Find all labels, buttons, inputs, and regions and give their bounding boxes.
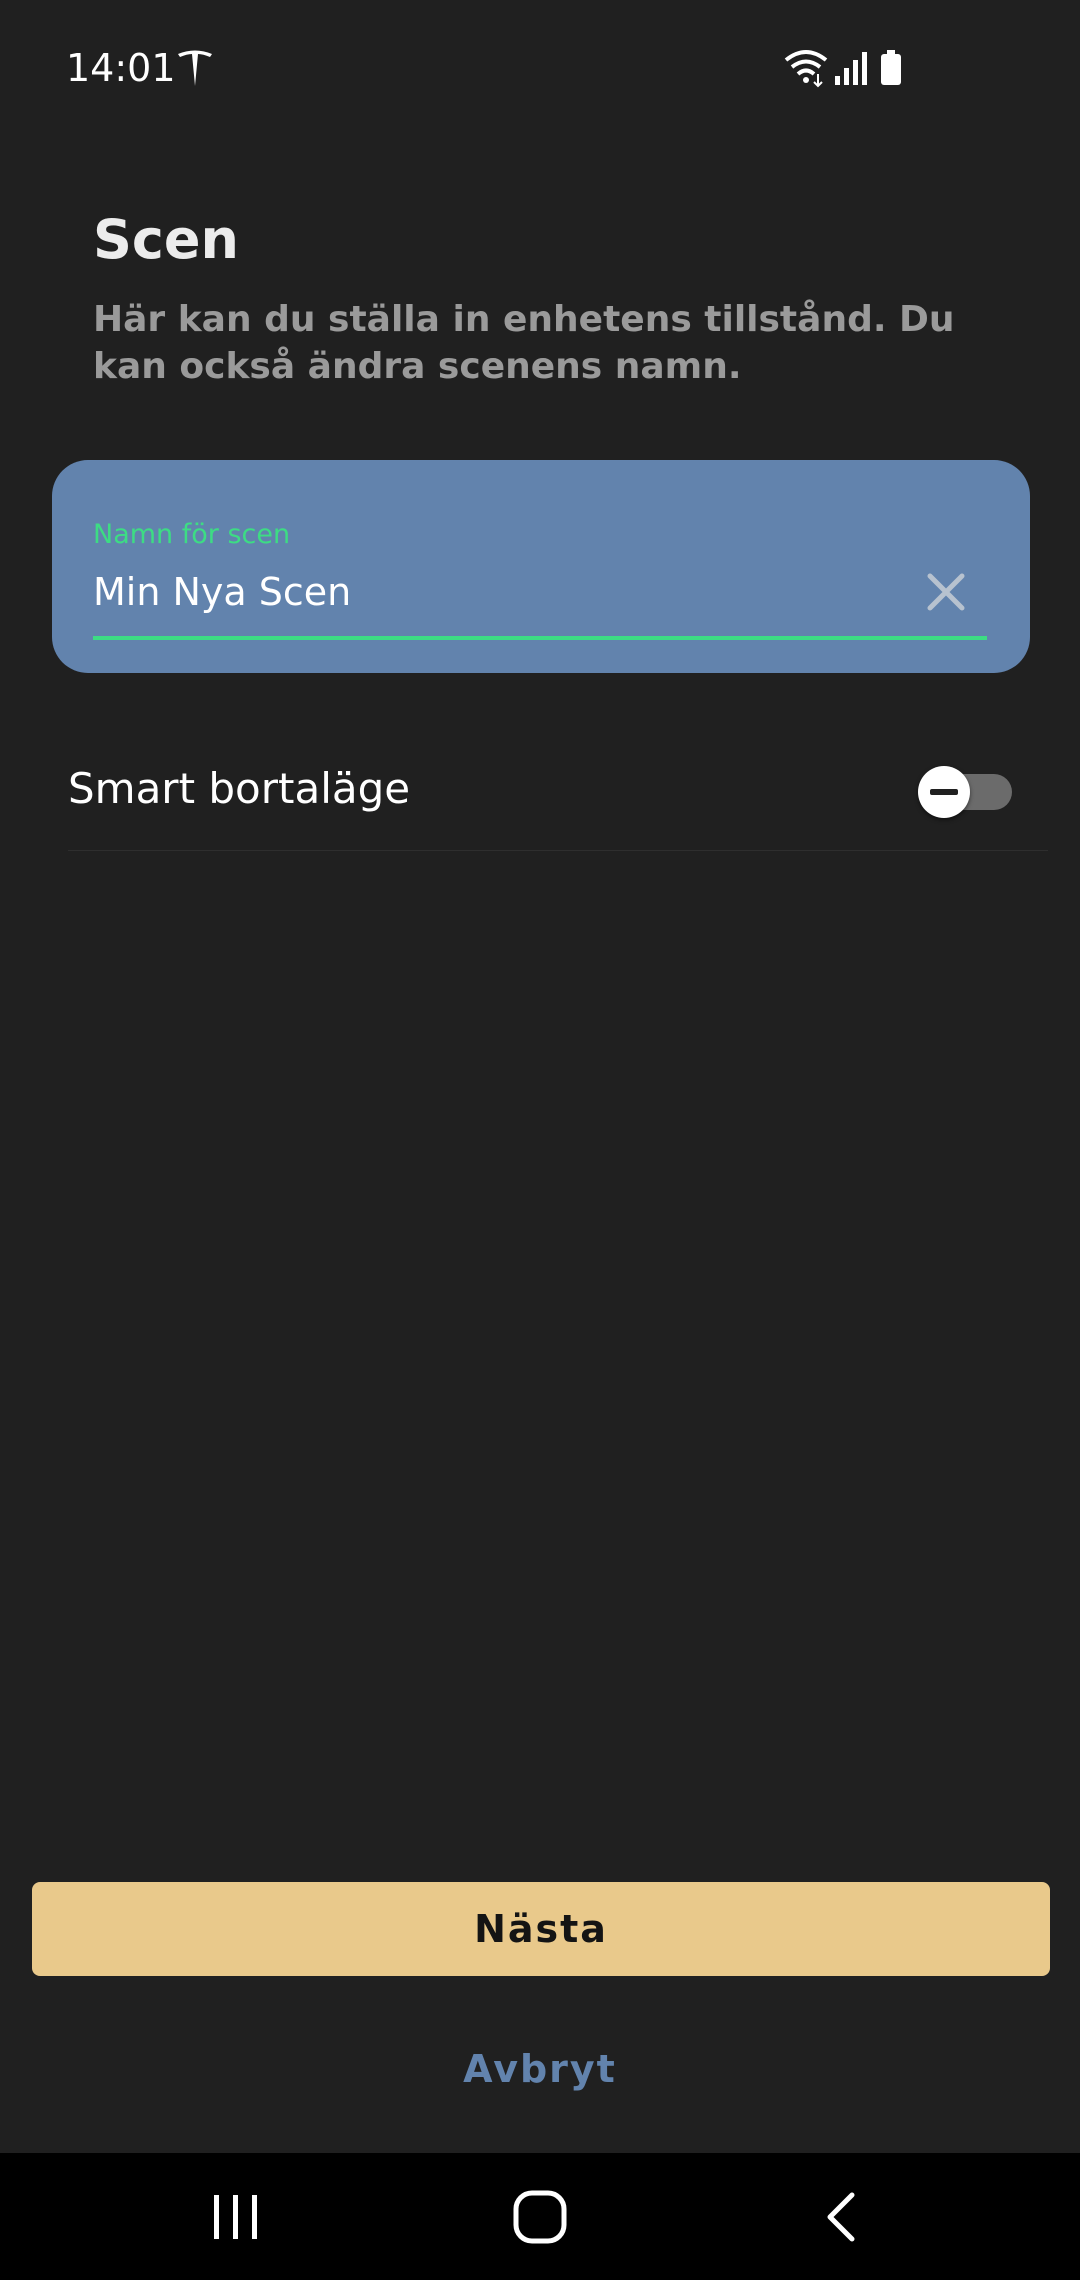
back-icon[interactable] [814, 2189, 870, 2245]
tesla-logo-icon [178, 50, 212, 86]
recents-icon[interactable] [206, 2189, 266, 2245]
status-bar: 14:01 [0, 0, 1080, 120]
home-icon[interactable] [510, 2187, 570, 2247]
smart-away-row: Smart bortaläge [68, 730, 1048, 851]
smart-away-label: Smart bortaläge [68, 764, 411, 813]
minus-icon [930, 789, 958, 795]
signal-icon [835, 52, 867, 85]
toggle-thumb [918, 766, 970, 818]
next-button[interactable]: Nästa [32, 1882, 1050, 1976]
wifi-icon [784, 50, 828, 88]
battery-icon [881, 50, 901, 85]
page-description: Här kan du ställa in enhetens tillstånd.… [93, 299, 955, 387]
scene-name-card[interactable]: Namn för scen [52, 460, 1030, 673]
scene-name-input[interactable] [93, 564, 913, 620]
navigation-bar [0, 2153, 1080, 2280]
page-title: Scen [93, 208, 239, 271]
smart-away-toggle[interactable] [918, 766, 1014, 818]
cancel-button[interactable]: Avbryt [340, 2034, 740, 2104]
scene-name-label: Namn för scen [93, 519, 291, 550]
close-icon[interactable] [920, 566, 972, 618]
scene-name-underline [93, 636, 987, 640]
status-time: 14:01 [66, 46, 176, 90]
